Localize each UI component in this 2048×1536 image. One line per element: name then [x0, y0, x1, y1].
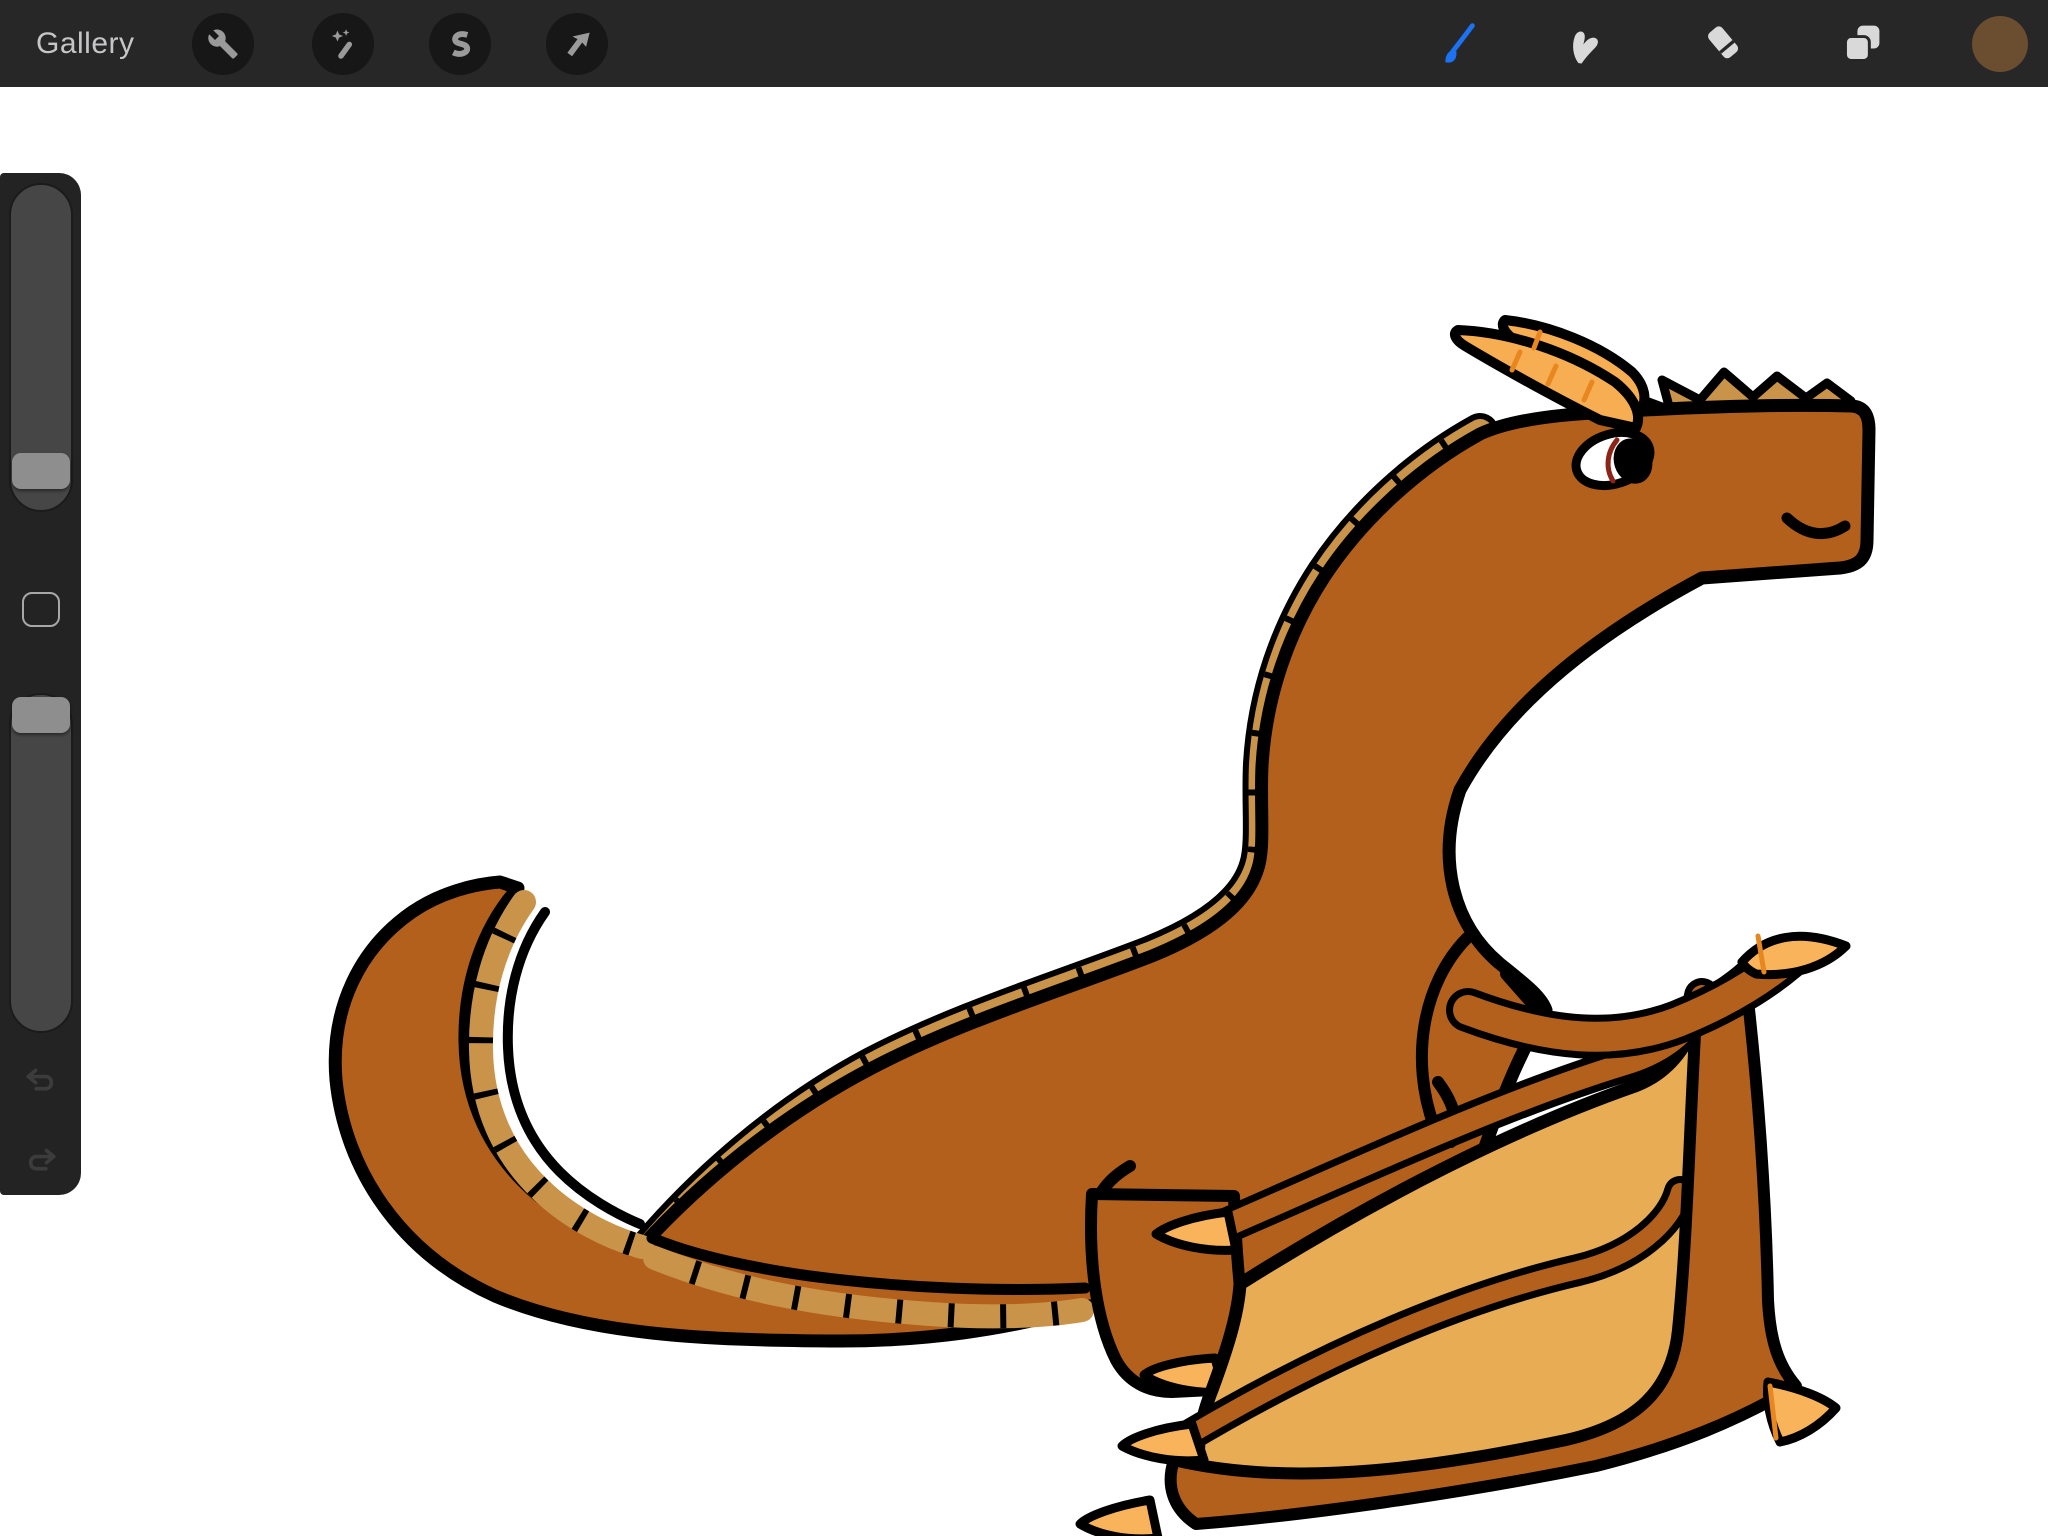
layers-button[interactable]: [1832, 12, 1892, 74]
layers-icon: [1840, 21, 1884, 65]
dragon-drawing: [335, 320, 1869, 1536]
modify-button[interactable]: [22, 592, 60, 627]
arrow-cursor-icon: [561, 28, 593, 60]
opacity-slider[interactable]: [9, 693, 73, 1033]
brush-size-slider[interactable]: [9, 183, 73, 512]
redo-arrow-icon: [22, 1145, 60, 1179]
brush-sidebar: [0, 173, 81, 1195]
selection-button[interactable]: [429, 13, 491, 75]
paint-tool-button[interactable]: [1425, 12, 1485, 74]
adjustments-button[interactable]: [312, 13, 374, 75]
brush-size-handle[interactable]: [12, 453, 70, 489]
drawing-canvas[interactable]: [0, 0, 2048, 1536]
gallery-button[interactable]: Gallery: [36, 0, 135, 87]
eraser-icon: [1701, 21, 1745, 65]
opacity-handle[interactable]: [12, 697, 70, 733]
redo-button[interactable]: [22, 1145, 60, 1179]
smudge-tool-button[interactable]: [1553, 12, 1613, 74]
transform-button[interactable]: [546, 13, 608, 75]
erase-tool-button[interactable]: [1693, 12, 1753, 74]
undo-arrow-icon: [22, 1065, 60, 1099]
s-curve-icon: [444, 28, 476, 60]
wrench-icon: [207, 28, 239, 60]
smudge-finger-icon: [1561, 21, 1605, 65]
magic-wand-icon: [327, 28, 359, 60]
brush-icon: [1433, 21, 1477, 65]
actions-button[interactable]: [192, 13, 254, 75]
undo-button[interactable]: [22, 1065, 60, 1099]
color-swatch[interactable]: [1972, 16, 2028, 72]
top-toolbar: Gallery: [0, 0, 2048, 87]
